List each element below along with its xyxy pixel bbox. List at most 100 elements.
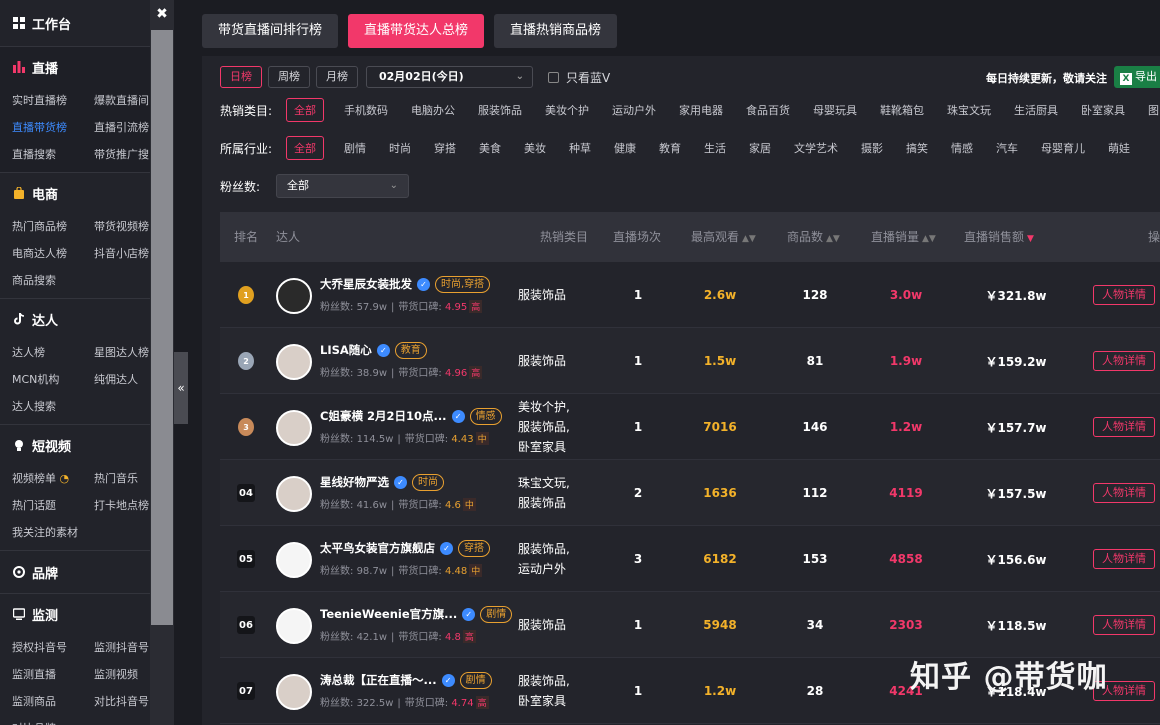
category-option[interactable]: 珠宝文玩 — [947, 102, 991, 118]
collapse-sidebar-button[interactable]: « — [174, 352, 188, 424]
avatar[interactable] — [276, 476, 312, 512]
influencer-name[interactable]: LISA随心 — [320, 342, 372, 358]
industry-option[interactable]: 剧情 — [344, 140, 366, 156]
checkbox-box[interactable] — [548, 72, 559, 83]
category-option[interactable]: 美妆个护 — [545, 102, 589, 118]
category-option[interactable]: 生活厨具 — [1014, 102, 1058, 118]
influencer-name[interactable]: C姐豪横 2月2日10点... — [320, 408, 447, 424]
period-month-button[interactable]: 月榜 — [316, 66, 358, 88]
influencer-name[interactable]: 太平鸟女装官方旗舰店 — [320, 540, 435, 556]
category-option[interactable]: 卧室家具 — [1081, 102, 1125, 118]
sidebar-item-live-traffic-rank[interactable]: 直播引流榜 — [94, 114, 150, 141]
avatar[interactable] — [276, 410, 312, 446]
sidebar-head-workbench[interactable]: 工作台 — [0, 0, 150, 46]
blue-v-checkbox[interactable]: 只看蓝V — [548, 69, 610, 86]
category-option[interactable]: 电脑办公 — [411, 102, 455, 118]
sidebar-scrollbar-thumb[interactable] — [151, 30, 173, 625]
category-option[interactable]: 服装饰品 — [478, 102, 522, 118]
sidebar-item-xingtu-rank[interactable]: 星图达人榜 — [94, 339, 150, 366]
category-option[interactable]: 手机数码 — [344, 102, 388, 118]
period-week-button[interactable]: 周榜 — [268, 66, 310, 88]
sidebar-item-hot-goods[interactable]: 热门商品榜 — [12, 213, 94, 240]
influencer-name[interactable]: 涛总裁【正在直播～... — [320, 672, 437, 688]
sidebar-item-mcn[interactable]: MCN机构 — [12, 366, 94, 393]
sidebar-item-monitor-goods[interactable]: 监测商品 — [12, 688, 94, 715]
industry-option[interactable]: 文学艺术 — [794, 140, 838, 156]
influencer-name[interactable]: 大乔星辰女装批发 — [320, 276, 412, 292]
sidebar-item-douyin-shop[interactable]: 抖音小店榜 — [94, 240, 150, 267]
influencer-name[interactable]: 星线好物严选 — [320, 474, 389, 490]
category-option[interactable]: 鞋靴箱包 — [880, 102, 924, 118]
sidebar-item-monitor-live[interactable]: 监测直播 — [12, 661, 94, 688]
fans-select[interactable]: 全部 ⌄ — [276, 174, 409, 198]
sidebar-head-monitor[interactable]: 监测 — [0, 594, 150, 634]
sidebar-head-live[interactable]: 直播 — [0, 47, 150, 87]
category-option-all[interactable]: 全部 — [286, 98, 324, 122]
avatar[interactable] — [276, 608, 312, 644]
sidebar-item-compare-account[interactable]: 对比抖音号 — [94, 688, 150, 715]
industry-option[interactable]: 生活 — [704, 140, 726, 156]
industry-option[interactable]: 穿搭 — [434, 140, 456, 156]
sidebar-item-video-rank[interactable]: 视频榜单 ◔ — [12, 465, 94, 492]
sidebar-item-hot-music[interactable]: 热门音乐 — [94, 465, 150, 492]
sidebar-item-commission-influencer[interactable]: 纯佣达人 — [94, 366, 150, 393]
export-button[interactable]: X 导出 — [1114, 66, 1160, 88]
detail-button[interactable]: 人物详情 — [1093, 417, 1155, 437]
sidebar-item-promo-search[interactable]: 带货推广搜 — [94, 141, 150, 168]
sidebar-item-checkin-place[interactable]: 打卡地点榜 — [94, 492, 150, 519]
period-day-button[interactable]: 日榜 — [220, 66, 262, 88]
industry-option[interactable]: 母婴育儿 — [1041, 140, 1085, 156]
sidebar-item-hot-live-room[interactable]: 爆款直播间 — [94, 87, 150, 114]
industry-option[interactable]: 汽车 — [996, 140, 1018, 156]
tab-live-influencer-rank[interactable]: 直播带货达人总榜 — [348, 14, 485, 48]
sidebar-item-my-materials[interactable]: 我关注的素材 — [12, 519, 150, 546]
sidebar-item-monitor-account[interactable]: 监测抖音号 — [94, 634, 150, 661]
header-sales[interactable]: 直播销量 ▲▼ — [871, 212, 936, 262]
tab-live-room-rank[interactable]: 带货直播间排行榜 — [202, 14, 339, 48]
industry-option-all[interactable]: 全部 — [286, 136, 324, 160]
detail-button[interactable]: 人物详情 — [1093, 549, 1155, 569]
industry-option[interactable]: 美妆 — [524, 140, 546, 156]
category-option[interactable]: 母婴玩具 — [813, 102, 857, 118]
sidebar-head-brand[interactable]: 品牌 — [0, 551, 150, 593]
influencer-name[interactable]: TeenieWeenie官方旗... — [320, 606, 457, 622]
category-option[interactable]: 图 — [1148, 102, 1159, 118]
industry-option[interactable]: 健康 — [614, 140, 636, 156]
sidebar-item-hot-topic[interactable]: 热门话题 — [12, 492, 94, 519]
industry-option[interactable]: 教育 — [659, 140, 681, 156]
category-option[interactable]: 食品百货 — [746, 102, 790, 118]
close-icon[interactable]: ✖ — [155, 6, 169, 22]
industry-option[interactable]: 情感 — [951, 140, 973, 156]
sidebar-item-monitor-video[interactable]: 监测视频 — [94, 661, 150, 688]
sidebar-item-goods-search[interactable]: 商品搜索 — [12, 267, 94, 294]
sidebar-head-influencer[interactable]: 达人 — [0, 299, 150, 339]
industry-option[interactable]: 萌娃 — [1108, 140, 1130, 156]
sidebar-item-ecom-influencer[interactable]: 电商达人榜 — [12, 240, 94, 267]
industry-option[interactable]: 家居 — [749, 140, 771, 156]
sidebar-item-live-sales-rank[interactable]: 直播带货榜 — [12, 114, 94, 141]
date-select[interactable]: 02月02日(今日) ⌄ — [366, 66, 533, 88]
industry-option[interactable]: 时尚 — [389, 140, 411, 156]
sidebar-item-influencer-rank[interactable]: 达人榜 — [12, 339, 94, 366]
tab-hot-goods-rank[interactable]: 直播热销商品榜 — [494, 14, 618, 48]
industry-option[interactable]: 美食 — [479, 140, 501, 156]
sidebar-item-authorized-account[interactable]: 授权抖音号 — [12, 634, 94, 661]
header-goods[interactable]: 商品数 ▲▼ — [787, 212, 840, 262]
avatar[interactable] — [276, 278, 312, 314]
avatar[interactable] — [276, 674, 312, 710]
sidebar-item-influencer-search[interactable]: 达人搜索 — [12, 393, 94, 420]
sidebar-head-short-video[interactable]: 短视频 — [0, 425, 150, 465]
avatar[interactable] — [276, 344, 312, 380]
avatar[interactable] — [276, 542, 312, 578]
header-amount[interactable]: 直播销售额 ▼ — [964, 212, 1034, 262]
detail-button[interactable]: 人物详情 — [1093, 351, 1155, 371]
detail-button[interactable]: 人物详情 — [1093, 285, 1155, 305]
sidebar-item-sales-video[interactable]: 带货视频榜 — [94, 213, 150, 240]
sidebar-head-ecommerce[interactable]: 电商 — [0, 173, 150, 213]
category-option[interactable]: 运动户外 — [612, 102, 656, 118]
detail-button[interactable]: 人物详情 — [1093, 615, 1155, 635]
sidebar-item-compare-brand[interactable]: 对比品牌 — [12, 715, 94, 725]
industry-option[interactable]: 摄影 — [861, 140, 883, 156]
industry-option[interactable]: 搞笑 — [906, 140, 928, 156]
industry-option[interactable]: 种草 — [569, 140, 591, 156]
